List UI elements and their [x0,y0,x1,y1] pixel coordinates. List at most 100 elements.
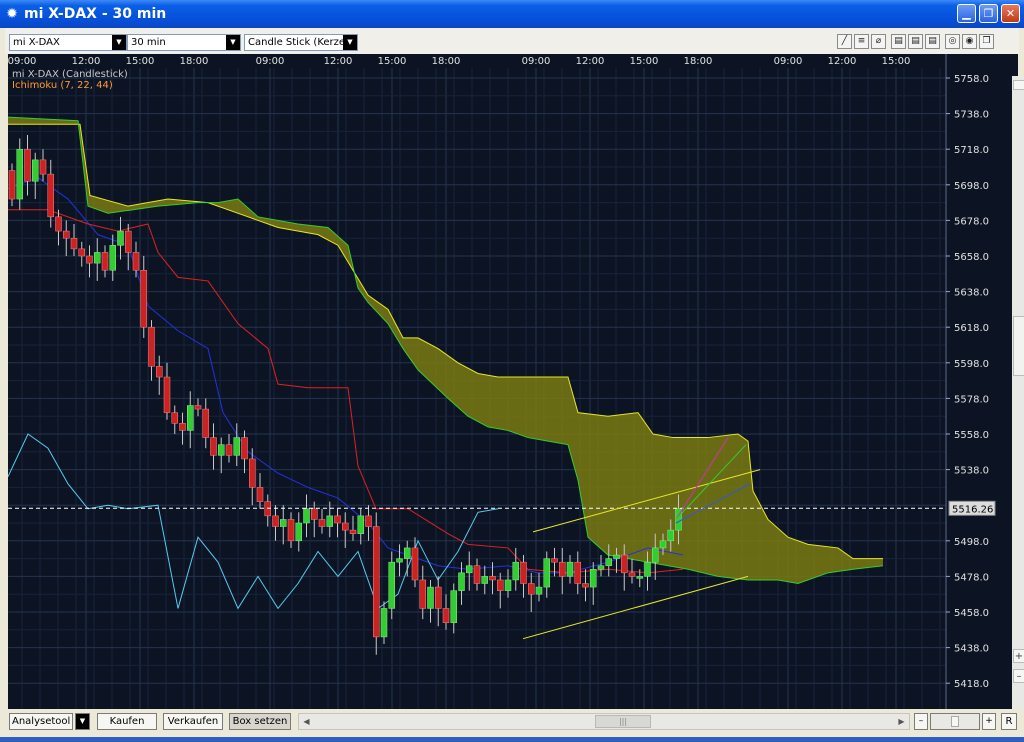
vertical-scrollbar[interactable]: + – [1012,76,1024,709]
price-tick-label: 5738.0 [954,110,989,121]
bearish-candle [365,515,372,527]
zoom-slider[interactable] [930,713,980,730]
bullish-candle [326,515,333,527]
bearish-candle [78,248,85,257]
price-tick-label: 5418.0 [954,679,989,690]
bearish-candle [419,579,426,609]
bearish-candle [574,561,581,584]
bearish-candle [311,508,318,520]
fibonacci-icon[interactable]: ≡ [854,34,869,49]
chevron-down-icon[interactable]: ▼ [343,35,357,50]
interval-select[interactable]: 30 min ▼ [127,34,241,51]
bearish-candle [125,230,132,253]
bearish-candle [256,487,264,502]
price-tick-label: 5578.0 [954,394,989,405]
bullish-candle [295,522,302,542]
candlestick-chart[interactable]: 09:00 12:00 15:00 18:00 09:00 12:00 15:00 18:00… [7,54,1018,709]
scroll-thumb[interactable] [1013,316,1024,376]
bearish-candle [435,586,442,609]
buy-label: Kaufen [109,716,145,727]
horizontal-scrollbar[interactable]: ◀ ||| ▶ [298,713,910,730]
bearish-candle [39,159,47,175]
close-button[interactable]: ✕ [1001,4,1020,23]
bearish-candle [287,519,295,542]
minimize-button[interactable]: ▁ [957,4,976,23]
bearish-candle [528,583,535,595]
sell-label: Verkaufen [167,716,219,727]
time-tick-label: 09:00 [522,56,551,67]
bullish-candle [590,569,597,588]
scroll-thumb[interactable]: ||| [595,715,651,728]
bullish-candle [605,558,612,566]
chevron-down-icon[interactable]: ▼ [112,35,126,50]
bearish-candle [411,547,419,581]
bullish-candle [427,586,434,609]
zoom-in-button[interactable]: + [982,713,996,730]
restore-button[interactable]: ❐ [979,4,998,23]
chart-style-select[interactable]: Candle Stick (Kerze ▼ [244,34,358,51]
price-tick-label: 5658.0 [954,252,989,263]
window-icon[interactable]: ❐ [979,34,994,49]
bearish-candle [202,408,209,438]
price-tick-label: 5718.0 [954,145,989,156]
bearish-candle [63,230,70,239]
bullish-candle [380,608,388,638]
title-bar: ✹ mi X-DAX - 30 min ▁ ❐ ✕ [0,0,1024,28]
bullish-candle [458,572,465,591]
draw-line-icon[interactable]: ╱ [837,34,852,49]
grid-3-icon[interactable]: ▤ [925,34,940,49]
bullish-candle [233,437,240,456]
bullish-candle [535,586,543,595]
analysis-tool-label: Analysetool [12,716,71,727]
zoom-in-button[interactable]: + [1013,649,1024,663]
bullish-candle [667,529,674,542]
box-set-label: Box setzen [232,716,288,727]
chevron-down-icon[interactable]: ▼ [75,713,90,730]
bearish-candle [551,558,558,563]
bullish-candle [218,444,225,456]
bearish-candle [373,526,380,638]
bearish-candle [156,366,163,378]
price-tick-label: 5558.0 [954,430,989,441]
sun-gear-icon[interactable]: ✹ [4,6,20,22]
settings-icon[interactable]: ◉ [962,34,977,49]
analysis-tool-select[interactable]: Analysetool [9,713,73,730]
current-price-label: 5516.26 [952,504,993,515]
box-set-button[interactable]: Box setzen [229,713,291,730]
zoom-slider-thumb[interactable] [951,716,959,727]
time-tick-label: 15:00 [126,56,155,67]
scroll-up-button[interactable] [1013,80,1024,90]
time-tick-label: 12:00 [828,56,857,67]
bearish-candle [559,561,566,577]
zoom-out-button[interactable]: – [914,713,928,730]
erase-icon[interactable]: ⌀ [871,34,886,49]
price-tick-label: 5438.0 [954,644,989,655]
bullish-candle [117,230,124,246]
scroll-right-icon[interactable]: ▶ [894,714,909,729]
bearish-candle [582,583,589,588]
price-tick-label: 5698.0 [954,181,989,192]
grid-1-icon[interactable]: ▤ [891,34,906,49]
time-tick-label: 09:00 [8,56,36,67]
minimize-icon: ▁ [962,7,971,20]
bearish-candle [47,173,54,218]
chart-panel[interactable]: 09:00 12:00 15:00 18:00 09:00 12:00 15:00 18:00… [7,54,1024,709]
chart-style-value: Candle Stick (Kerze [248,37,346,48]
chart-toolbar: mi X-DAX ▼ 30 min ▼ Candle Stick (Kerze … [5,28,1019,54]
bullish-candle [659,540,667,549]
sell-button[interactable]: Verkaufen [163,713,223,730]
instrument-select[interactable]: mi X-DAX ▼ [9,34,127,51]
bearish-candle [473,565,481,584]
zoom-out-button[interactable]: – [1013,669,1024,683]
grid-2-icon[interactable]: ▤ [908,34,923,49]
bullish-candle [504,579,512,591]
window-title: mi X-DAX - 30 min [24,6,167,22]
scroll-left-icon[interactable]: ◀ [299,714,314,729]
buy-button[interactable]: Kaufen [97,713,157,730]
restore-icon: ❐ [983,7,994,20]
time-tick-label: 15:00 [378,56,407,67]
bearish-candle [489,576,496,581]
zoom-icon[interactable]: ◎ [945,34,960,49]
chevron-down-icon[interactable]: ▼ [226,35,240,50]
reset-button[interactable]: R [1001,713,1017,730]
